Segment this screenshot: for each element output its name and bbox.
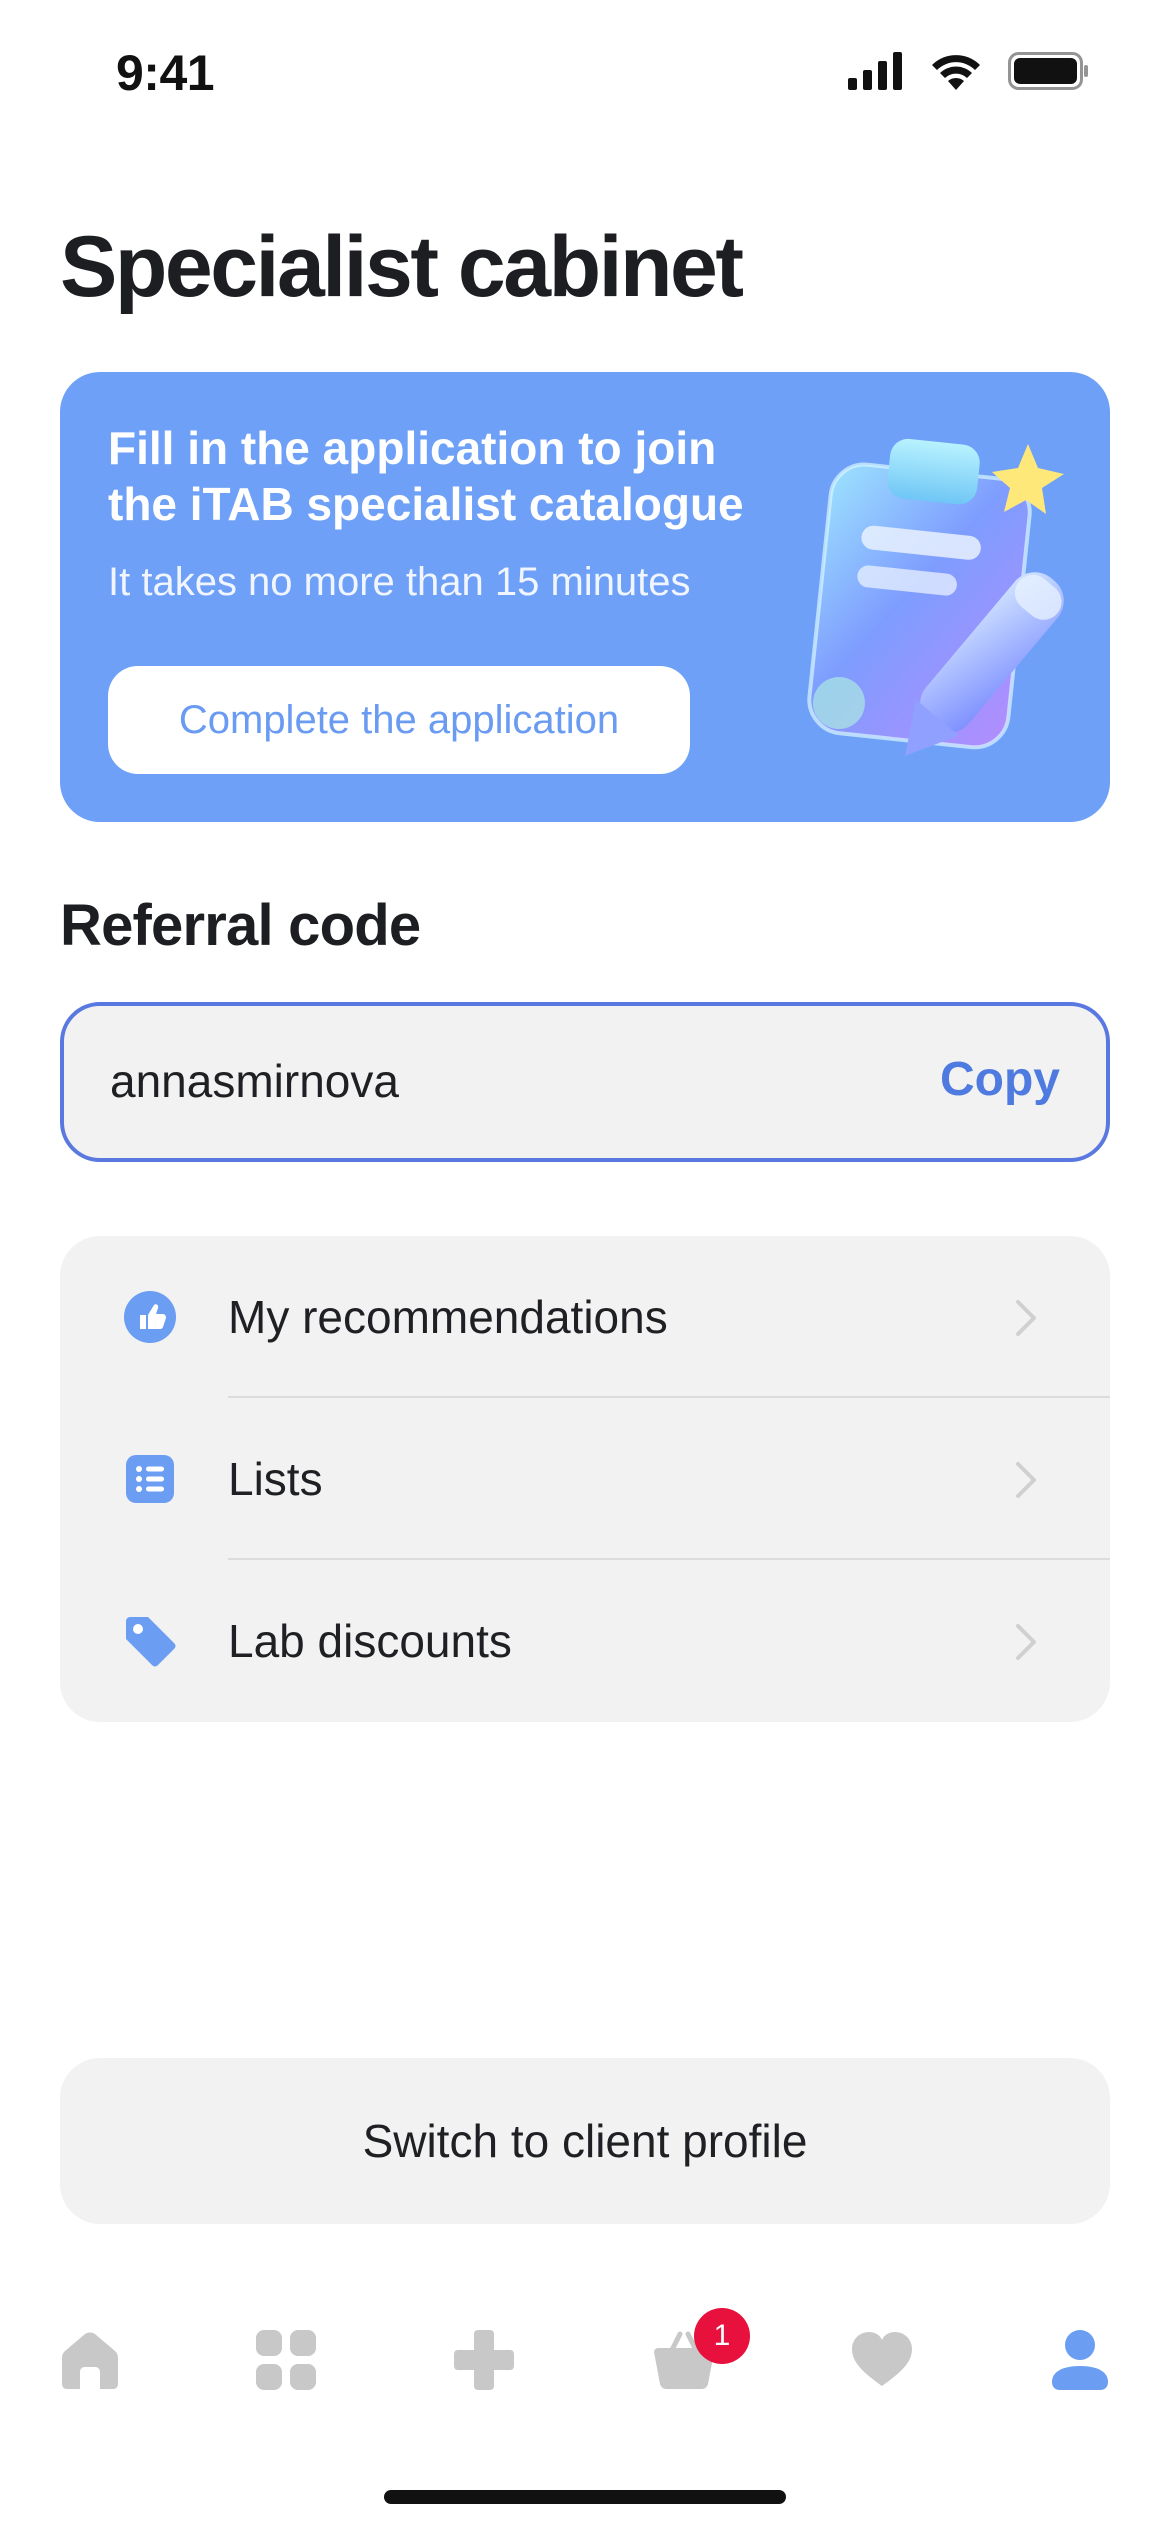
status-icons [848, 52, 1090, 90]
menu-item-label: Lab discounts [228, 1615, 512, 1667]
signal-icon [848, 52, 902, 90]
plus-icon [454, 2330, 514, 2390]
tab-home[interactable] [30, 2300, 150, 2420]
cart-badge: 1 [694, 2308, 750, 2364]
menu-item-my-recommendations[interactable]: My recommendations [60, 1236, 1110, 1398]
chevron-right-icon [1016, 1300, 1036, 1336]
wifi-icon [932, 55, 980, 90]
home-indicator [384, 2490, 786, 2504]
chevron-right-icon [1016, 1624, 1036, 1660]
referral-section-title: Referral code [60, 893, 421, 958]
application-promo-banner: Fill in the application to join the iTAB… [60, 372, 1110, 822]
specialist-menu: My recommendations Lists Lab discounts [60, 1236, 1110, 1722]
tab-services[interactable] [424, 2300, 544, 2420]
menu-item-label: Lists [228, 1453, 323, 1505]
tab-cart[interactable]: 1 [624, 2300, 750, 2420]
tab-catalog[interactable] [226, 2300, 346, 2420]
battery-icon [1008, 52, 1088, 90]
switch-to-client-profile-button[interactable]: Switch to client profile [60, 2058, 1110, 2224]
grid-icon [256, 2330, 316, 2390]
page-title: Specialist cabinet [60, 219, 744, 315]
tab-bar: 1 [0, 2300, 1170, 2420]
tab-favorites[interactable] [822, 2300, 942, 2420]
copy-referral-button[interactable]: Copy [940, 1052, 1060, 1107]
status-time: 9:41 [116, 45, 215, 101]
promo-title: Fill in the application to join the iTAB… [108, 422, 744, 530]
list-icon [126, 1455, 174, 1503]
complete-application-button[interactable]: Complete the application [108, 666, 690, 774]
heart-icon [852, 2332, 912, 2386]
referral-code-value: annasmirnova [110, 1055, 399, 1107]
menu-item-lab-discounts[interactable]: Lab discounts [60, 1560, 1110, 1722]
menu-item-label: My recommendations [228, 1291, 668, 1343]
home-icon [62, 2332, 118, 2389]
thumbs-up-icon [124, 1291, 176, 1343]
clipboard-pencil-illustration-icon [807, 438, 1064, 756]
user-icon [1052, 2330, 1108, 2390]
tab-profile[interactable] [1020, 2300, 1140, 2420]
referral-code-field[interactable]: annasmirnova Copy [60, 1002, 1110, 1162]
chevron-right-icon [1016, 1462, 1036, 1498]
menu-item-lists[interactable]: Lists [60, 1398, 1110, 1560]
tag-icon [126, 1617, 176, 1667]
status-bar: 9:41 [0, 0, 1170, 150]
promo-subtitle: It takes no more than 15 minutes [108, 560, 691, 604]
